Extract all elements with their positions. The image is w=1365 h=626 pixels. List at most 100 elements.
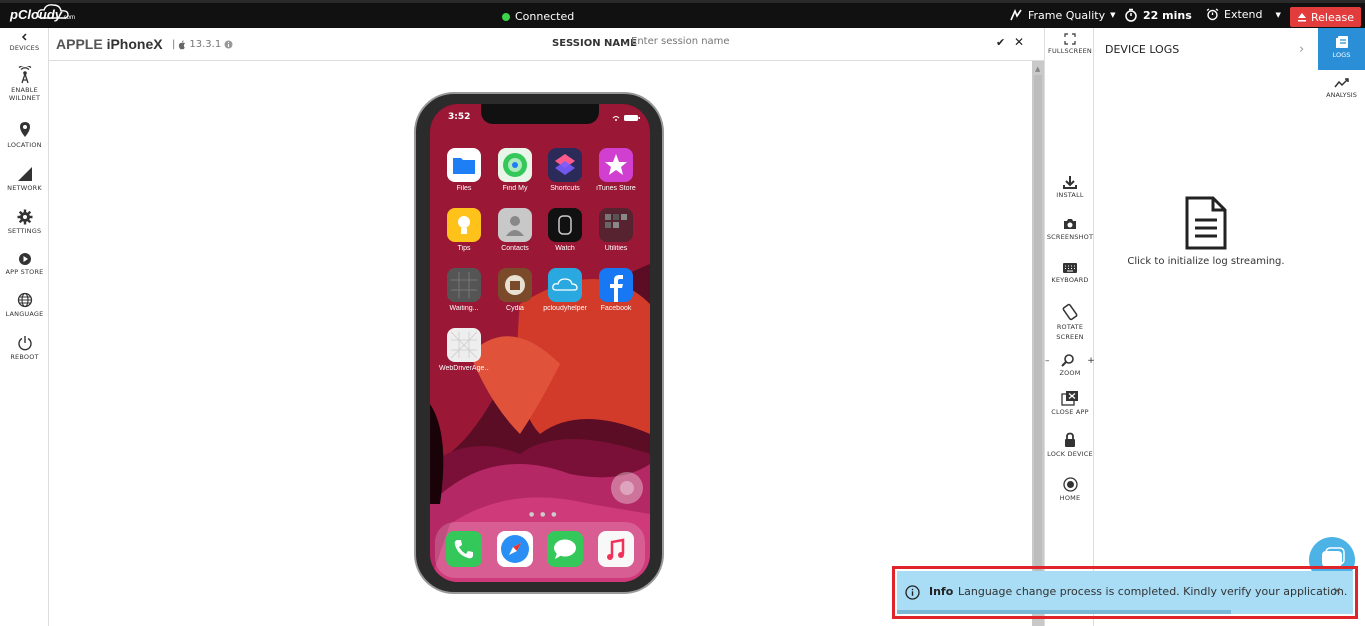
facebook-f-icon — [610, 275, 623, 302]
device-screen[interactable]: 3:52 Files Find My Shortcuts iTunes Stor… — [430, 104, 650, 582]
toast-message: Language change process is completed. Ki… — [958, 585, 1348, 598]
app-facebook[interactable]: Facebook — [591, 268, 641, 312]
viewport-scrollbar[interactable]: ▲ — [1032, 61, 1044, 626]
app-contacts[interactable]: Contacts — [490, 208, 540, 252]
close-app-icon — [1061, 391, 1078, 406]
home-button-icon — [1062, 477, 1078, 492]
chevron-right-icon[interactable]: › — [1299, 42, 1304, 57]
zoom-label: ZOOM — [1059, 369, 1081, 377]
placeholder-grid-icon — [451, 272, 477, 298]
frame-quality-label: Frame Quality — [1028, 8, 1106, 22]
info-circle-icon — [905, 585, 920, 600]
keyboard-button[interactable]: KEYBOARD — [1045, 262, 1095, 285]
scrollbar-thumb[interactable] — [1034, 75, 1042, 575]
close-app-button[interactable]: CLOSE APP — [1045, 390, 1095, 417]
pcloudy-logo[interactable]: pCloudy.com — [10, 4, 75, 22]
fullscreen-icon — [1064, 33, 1076, 45]
fullscreen-button[interactable]: FULLSCREEN — [1045, 33, 1095, 56]
app-label: pcloudyhelper — [543, 305, 587, 312]
webdriveragent-icon — [447, 328, 481, 362]
pcloudyhelper-icon — [548, 268, 582, 302]
rotate-screen-button[interactable]: ROTATE SCREEN — [1045, 303, 1095, 342]
app-cydia[interactable]: Cydia — [490, 268, 540, 312]
app-files[interactable]: Files — [439, 148, 489, 192]
app-tips[interactable]: Tips — [439, 208, 489, 252]
release-button[interactable]: Release — [1290, 7, 1361, 27]
reboot-label: REBOOT — [10, 353, 39, 361]
alarm-clock-icon — [1206, 8, 1219, 21]
caret-down-icon: ▼ — [1110, 11, 1116, 19]
timer-value: 22 mins — [1143, 8, 1192, 22]
network-button[interactable]: NETWORK — [0, 166, 49, 192]
layers-icon — [555, 154, 575, 175]
person-icon — [506, 216, 524, 236]
app-store-button[interactable]: APP STORE — [0, 252, 49, 276]
log-streaming-message[interactable]: Click to initialize log streaming. — [1094, 256, 1318, 267]
rotate-label: ROTATE — [1056, 323, 1084, 331]
install-label: INSTALL — [1056, 191, 1084, 199]
phone-status-icons — [612, 114, 642, 124]
connection-label: Connected — [515, 10, 575, 23]
scroll-up-icon[interactable]: ▲ — [1035, 65, 1040, 73]
session-name-label: SESSION NAME — [552, 38, 637, 49]
cloud-icon — [37, 4, 69, 19]
close-icon[interactable]: ✕ — [1014, 35, 1024, 49]
lock-device-button[interactable]: LOCK DEVICE — [1045, 432, 1095, 459]
wildnet-label: WILDNET — [8, 94, 41, 102]
utilities-folder-icon — [599, 208, 633, 242]
top-bar: pCloudy.com Connected Frame Quality ▼ 22… — [0, 0, 1365, 28]
app-watch[interactable]: Watch — [540, 208, 590, 252]
extend-dropdown[interactable]: Extend ▼ — [1206, 8, 1281, 21]
app-store-label: APP STORE — [5, 268, 44, 276]
extend-label: Extend — [1224, 8, 1263, 21]
home-button[interactable]: HOME — [1045, 477, 1095, 503]
app-webdriveragent[interactable]: WebDriverAge... — [439, 328, 489, 372]
trend-line-icon — [1333, 78, 1349, 88]
safari-app-icon[interactable] — [497, 531, 533, 567]
location-button[interactable]: LOCATION — [0, 121, 49, 149]
messages-app-icon[interactable] — [547, 531, 583, 567]
frame-quality-dropdown[interactable]: Frame Quality ▼ — [1009, 8, 1115, 22]
zoom-out-icon[interactable]: – — [1045, 356, 1050, 366]
phone-app-icon[interactable] — [446, 531, 482, 567]
app-label: Find My — [502, 185, 528, 192]
enable-label: ENABLE — [11, 86, 38, 94]
reboot-button[interactable]: REBOOT — [0, 335, 49, 361]
enable-wildnet-button[interactable]: ENABLE WILDNET — [0, 66, 49, 102]
star-icon — [605, 154, 627, 175]
dock — [435, 522, 645, 578]
apple-icon — [179, 40, 186, 49]
install-button[interactable]: INSTALL — [1045, 175, 1095, 200]
separator: | — [172, 39, 176, 50]
session-name-input[interactable] — [631, 36, 981, 47]
check-icon[interactable]: ✔ — [996, 36, 1005, 49]
language-button[interactable]: LANGUAGE — [0, 292, 49, 318]
music-app-icon[interactable] — [598, 531, 634, 567]
app-label: Facebook — [600, 305, 632, 312]
info-icon[interactable] — [224, 40, 233, 49]
screenshot-button[interactable]: SCREENSHOT — [1045, 217, 1095, 242]
app-pcloudyhelper[interactable]: pcloudyhelper — [540, 268, 590, 312]
files-icon — [447, 148, 481, 182]
app-label: Contacts — [501, 245, 529, 252]
app-waiting[interactable]: Waiting... — [439, 268, 489, 312]
document-icon[interactable] — [1183, 196, 1229, 254]
settings-button[interactable]: SETTINGS — [0, 209, 49, 235]
watch-icon — [548, 208, 582, 242]
rotate-icon — [1062, 303, 1078, 321]
magnifier-icon — [1061, 354, 1075, 367]
app-label: Shortcuts — [550, 185, 580, 192]
zoom-control[interactable]: – + ZOOM — [1045, 353, 1095, 378]
app-find-my[interactable]: Find My — [490, 148, 540, 192]
toast-close-button[interactable]: × — [1329, 584, 1345, 600]
fullscreen-label: FULLSCREEN — [1048, 47, 1092, 55]
app-itunes-store[interactable]: iTunes Store — [591, 148, 641, 192]
tab-analysis[interactable]: ANALYSIS — [1318, 70, 1365, 112]
cloud-icon — [552, 278, 578, 291]
device-brand: APPLE — [56, 36, 103, 52]
app-utilities[interactable]: Utilities — [591, 208, 641, 252]
tab-logs[interactable]: LOGS — [1318, 28, 1365, 70]
devices-label: DEVICES — [9, 44, 40, 52]
devices-button[interactable]: DEVICES — [0, 32, 49, 52]
app-shortcuts[interactable]: Shortcuts — [540, 148, 590, 192]
